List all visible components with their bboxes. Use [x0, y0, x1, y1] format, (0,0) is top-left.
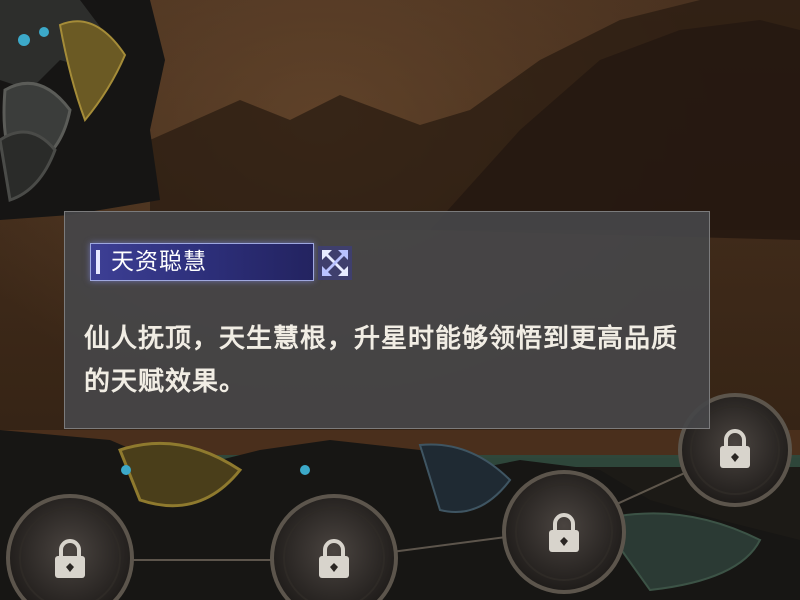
lock-icon[interactable]	[52, 538, 88, 582]
lock-icon[interactable]	[316, 538, 352, 582]
crossed-chain-icon	[318, 246, 352, 280]
tag-accent-bar	[96, 250, 100, 274]
talent-description: 仙人抚顶，天生慧根，升星时能够领悟到更高品质的天赋效果。	[84, 324, 679, 397]
lock-icon[interactable]	[717, 428, 753, 472]
lock-icon[interactable]	[546, 512, 582, 556]
talent-name-tag: 天资聪慧	[90, 243, 314, 281]
talent-name-label: 天资聪慧	[111, 249, 207, 275]
